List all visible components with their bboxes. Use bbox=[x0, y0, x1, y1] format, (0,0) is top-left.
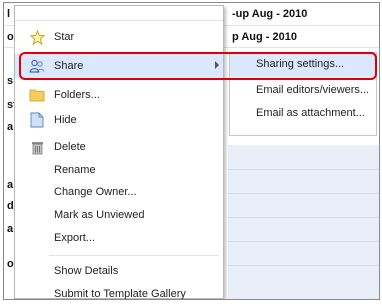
doc-title-fragment: o bbox=[7, 31, 14, 43]
menu-item-hide[interactable]: Hide bbox=[15, 108, 223, 132]
menu-item-label: Delete bbox=[54, 141, 86, 153]
menu-item-label: Submit to Template Gallery bbox=[54, 288, 186, 300]
menu-item-label: Change Owner... bbox=[54, 186, 137, 198]
menu-item-label: Star bbox=[54, 31, 75, 43]
doc-title-fragment: a bbox=[7, 179, 14, 191]
divider bbox=[228, 265, 379, 266]
submenu-item-email-attachment[interactable]: Email as attachment... bbox=[230, 102, 376, 126]
divider bbox=[228, 241, 379, 242]
divider bbox=[228, 217, 379, 218]
menu-item-label: Folders... bbox=[54, 89, 100, 101]
star-icon bbox=[28, 28, 46, 46]
menu-item-mark-unviewed[interactable]: Mark as Unviewed bbox=[15, 203, 223, 227]
doc-title-fragment: p Aug - 2010 bbox=[232, 31, 297, 43]
doc-title-fragment: l bbox=[7, 8, 11, 20]
menu-item-star[interactable]: Star bbox=[15, 25, 223, 49]
submenu-item-label: Email as attachment... bbox=[256, 107, 365, 119]
doc-title-fragment: o bbox=[7, 258, 14, 270]
hide-document-icon bbox=[28, 111, 46, 129]
menu-item-export[interactable]: Export... bbox=[15, 226, 223, 250]
menu-item-show-details[interactable]: Show Details bbox=[15, 259, 223, 283]
doc-title-fragment: a bbox=[7, 121, 14, 133]
menu-item-label: Mark as Unviewed bbox=[54, 209, 145, 221]
menu-item-change-owner[interactable]: Change Owner... bbox=[15, 180, 223, 204]
menu-item-submit-template[interactable]: Submit to Template Gallery bbox=[15, 282, 223, 300]
menu-item-folders[interactable]: Folders... bbox=[15, 83, 223, 107]
trash-icon bbox=[28, 138, 46, 156]
menu-separator bbox=[49, 255, 219, 256]
folder-icon bbox=[28, 86, 46, 104]
context-menu: Star Share Folders... Hide Delete Rename… bbox=[14, 5, 224, 299]
submenu-item-email-editors[interactable]: Email editors/viewers... bbox=[230, 79, 376, 103]
menu-item-label: Rename bbox=[54, 164, 96, 176]
menu-item-label: Export... bbox=[54, 232, 95, 244]
doc-title-fragment: s bbox=[7, 75, 14, 87]
doc-title-fragment: -up Aug - 2010 bbox=[232, 8, 308, 20]
submenu-item-label: Email editors/viewers... bbox=[256, 84, 370, 96]
annotation-highlight-box bbox=[19, 52, 377, 80]
doc-title-fragment: a bbox=[7, 223, 14, 235]
divider bbox=[228, 193, 379, 194]
divider bbox=[228, 169, 379, 170]
menu-top-clipped bbox=[15, 6, 223, 21]
menu-item-delete[interactable]: Delete bbox=[15, 135, 223, 159]
menu-item-label: Hide bbox=[54, 114, 77, 126]
docs-list-window: -up Aug - 2010 p Aug - 2010 l o s st a a… bbox=[3, 2, 380, 300]
menu-item-label: Show Details bbox=[54, 265, 119, 277]
menu-item-rename[interactable]: Rename bbox=[15, 158, 223, 182]
